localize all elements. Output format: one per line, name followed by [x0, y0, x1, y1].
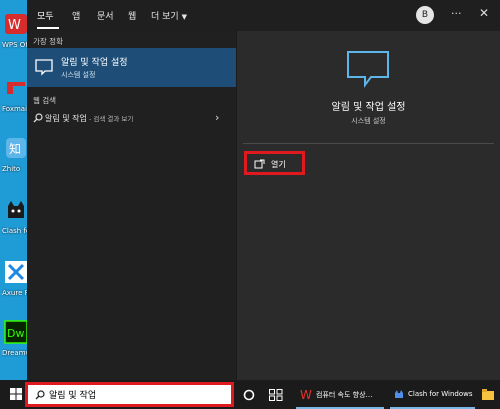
notification-settings-icon: [35, 59, 53, 76]
svg-text:W: W: [8, 18, 21, 33]
open-button[interactable]: 열기: [244, 151, 305, 175]
taskbar-app-wps[interactable]: W 컴퓨터 속도 향상…: [296, 380, 384, 409]
search-tabs-bar: 모두 앱 문서 웹 더 보기 ▼ B ··· ✕: [27, 0, 500, 31]
taskbar-app-label: Clash for Windows: [408, 390, 473, 398]
tab-more[interactable]: 더 보기 ▼: [151, 9, 187, 22]
active-tab-indicator: [37, 27, 59, 29]
desktop-icon-label: Dreamweaver: [2, 349, 30, 357]
notification-settings-icon: [347, 51, 389, 88]
desktop-icon-label: WPS Office: [2, 41, 30, 49]
task-view-icon[interactable]: [269, 389, 283, 401]
desktop-icon-wps[interactable]: W WPS Office: [0, 12, 30, 49]
taskbar-app-label: 컴퓨터 속도 향상…: [316, 391, 373, 399]
close-icon[interactable]: ✕: [479, 6, 489, 20]
desktop-icon-label: Clash for Windows: [2, 227, 30, 235]
search-input[interactable]: [49, 387, 229, 401]
best-match-item[interactable]: 알림 및 작업 설정 시스템 설정: [27, 48, 236, 87]
preview-subtitle: 시스템 설정: [351, 117, 386, 125]
cortana-icon[interactable]: [243, 389, 255, 401]
web-result-text: 알림 및 작업 - 검색 결과 보기: [45, 113, 133, 124]
tab-all[interactable]: 모두: [37, 9, 54, 22]
file-explorer-icon[interactable]: [482, 389, 494, 401]
desktop-icon-zhito[interactable]: 知 Zhito: [0, 136, 28, 173]
desktop-icon-axure[interactable]: Axure RP: [0, 260, 30, 297]
desktop-icon-label: Axure RP: [2, 289, 30, 297]
preview-pane: 알림 및 작업 설정 시스템 설정 열기: [237, 31, 500, 380]
desktop-icon-foxmail[interactable]: Foxmail: [0, 76, 29, 113]
taskbar: W 컴퓨터 속도 향상… Clash for Windows: [0, 380, 500, 409]
web-search-result[interactable]: 알림 및 작업 - 검색 결과 보기 ›: [27, 111, 236, 127]
desktop-icon-dreamweaver[interactable]: Dw Dreamweaver: [0, 320, 30, 357]
web-search-heading: 웹 검색: [33, 96, 57, 105]
search-icon: [35, 390, 45, 400]
desktop-icon-clash[interactable]: Clash for Windows: [0, 198, 30, 235]
foxmail-icon: [7, 82, 25, 94]
divider: [243, 143, 494, 144]
tab-more-label: 더 보기: [151, 12, 179, 22]
clash-cat-icon: [8, 201, 24, 218]
tab-apps[interactable]: 앱: [72, 9, 80, 22]
axure-icon: [5, 261, 27, 283]
desktop-icon-label: Zhito: [2, 165, 21, 173]
more-options-icon[interactable]: ···: [451, 7, 462, 20]
open-external-icon: [254, 159, 265, 169]
svg-text:W: W: [300, 388, 312, 400]
windows-start-icon[interactable]: [10, 388, 22, 400]
tab-documents[interactable]: 문서: [97, 9, 114, 22]
taskbar-search-box[interactable]: [25, 382, 234, 407]
wps-icon: W: [300, 388, 312, 400]
taskbar-app-clash[interactable]: Clash for Windows: [390, 380, 475, 409]
search-icon: [33, 113, 43, 123]
tab-web[interactable]: 웹: [128, 9, 136, 22]
clash-icon: [395, 390, 403, 398]
desktop-icon-label: Foxmail: [2, 105, 29, 113]
svg-text:知: 知: [9, 142, 21, 156]
best-match-title: 알림 및 작업 설정: [61, 58, 128, 68]
best-match-subtitle: 시스템 설정: [61, 71, 96, 79]
open-button-label: 열기: [271, 160, 286, 169]
svg-text:Dw: Dw: [7, 327, 24, 340]
preview-title: 알림 및 작업 설정: [331, 102, 406, 113]
avatar[interactable]: B: [416, 6, 434, 24]
web-result-query: 알림 및 작업: [45, 114, 87, 123]
search-panel: 모두 앱 문서 웹 더 보기 ▼ B ··· ✕ 가장 정확 알림 및 작업 설…: [27, 0, 500, 380]
wps-office-icon: W: [5, 14, 27, 34]
results-list: 가장 정확 알림 및 작업 설정 시스템 설정 웹 검색 알림 및 작업 - 검…: [27, 31, 236, 380]
zhito-icon: 知: [6, 138, 26, 158]
chevron-right-icon[interactable]: ›: [215, 111, 219, 124]
web-result-suffix: - 검색 결과 보기: [86, 115, 134, 123]
dreamweaver-icon: Dw: [4, 320, 28, 344]
best-match-heading: 가장 정확: [33, 37, 63, 46]
chevron-down-icon: ▼: [181, 13, 187, 21]
